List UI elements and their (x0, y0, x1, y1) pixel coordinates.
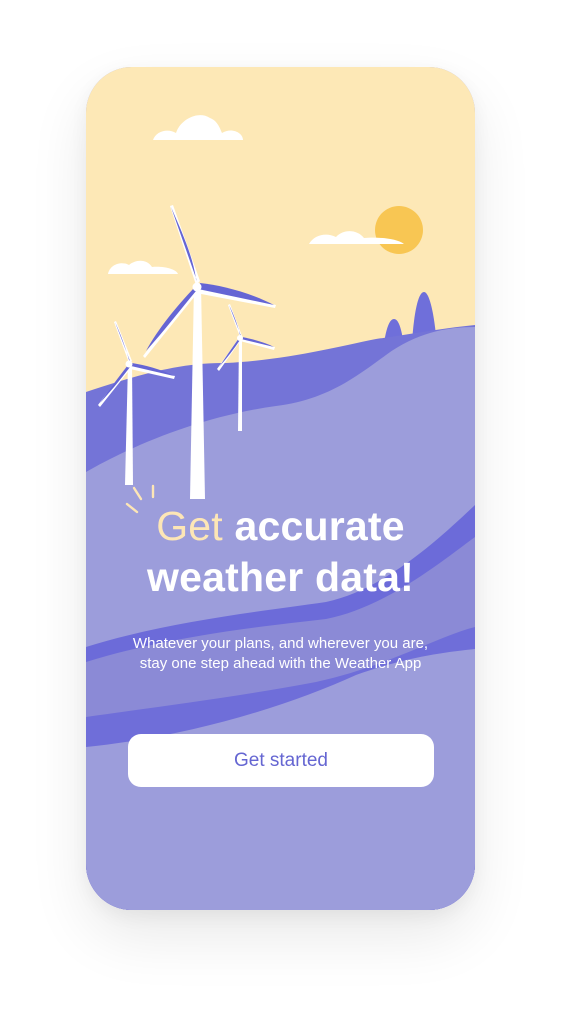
phone-screen: Get accurate weather data! Whatever your… (86, 67, 475, 910)
headline-line1: accurate (234, 503, 405, 549)
sun-icon (375, 206, 423, 254)
headline-accent: Get (156, 503, 223, 549)
get-started-button[interactable]: Get started (128, 734, 434, 787)
subtitle: Whatever your plans, and wherever you ar… (132, 635, 429, 672)
headline-line2: weather data! (147, 554, 414, 600)
page-title: Get accurate weather data! (86, 501, 475, 603)
